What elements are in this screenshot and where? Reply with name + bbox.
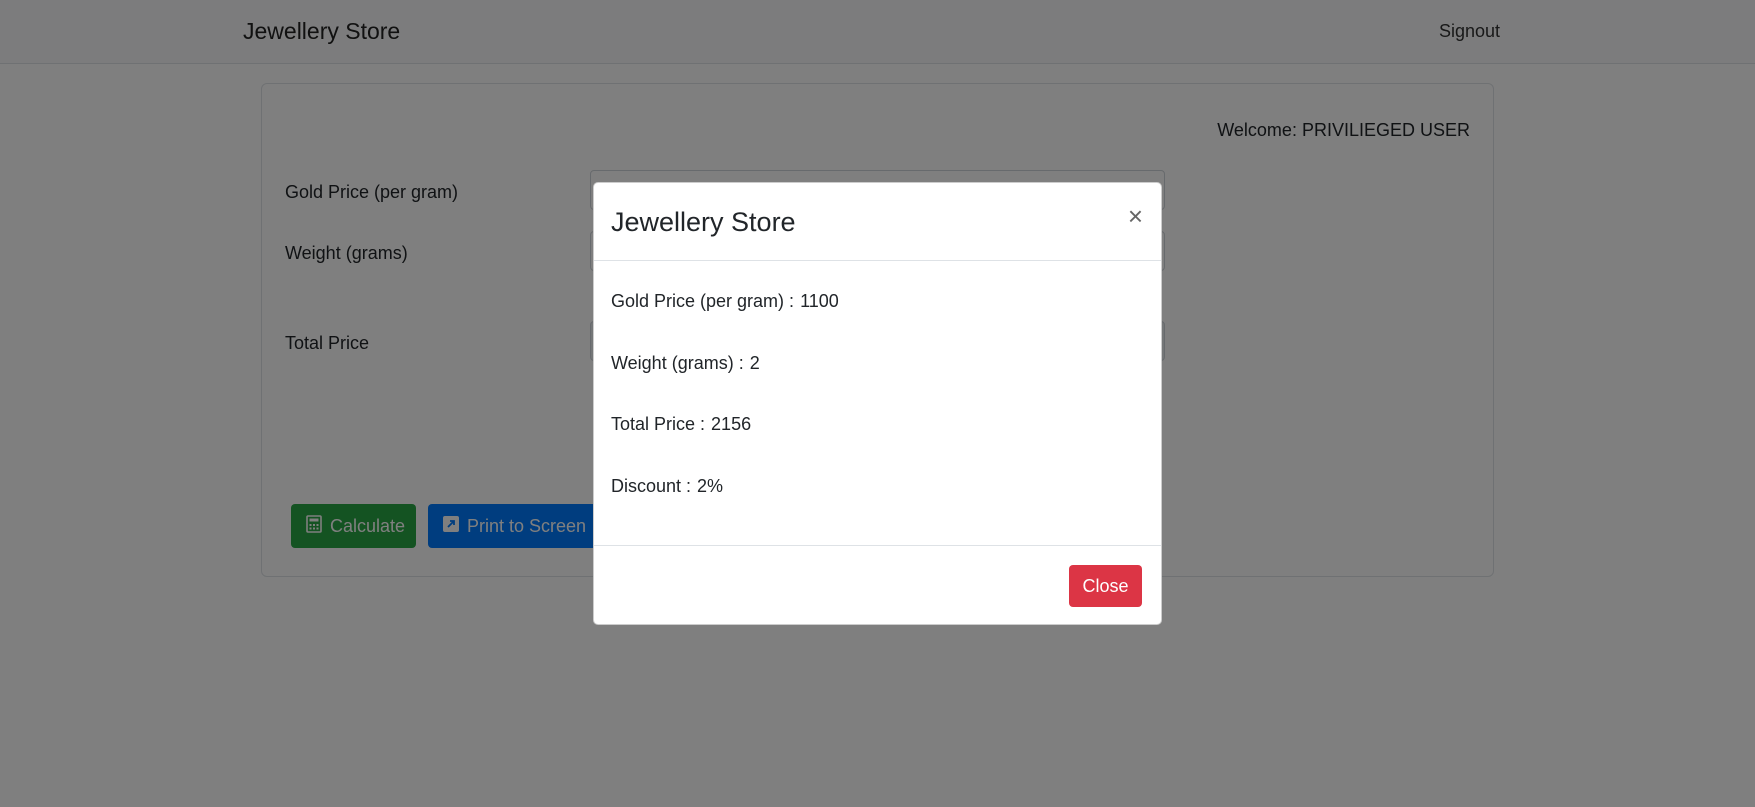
discount-row: Discount :2% [611,476,723,497]
row-label: Total Price : [611,414,706,434]
row-label: Weight (grams) : [611,353,744,373]
row-value: 2% [697,476,724,496]
close-button[interactable]: Close [1069,565,1142,607]
modal-title: Jewellery Store [611,207,796,237]
row-label: Discount : [611,476,692,496]
row-value: 2156 [711,414,752,434]
modal-footer: Close [594,545,1161,625]
result-modal: Jewellery Store × Gold Price (per gram) … [593,182,1162,625]
gold-price-row: Gold Price (per gram) :1100 [611,291,839,312]
total-price-row: Total Price :2156 [611,414,751,435]
row-label: Gold Price (per gram) : [611,291,795,311]
row-value: 2 [749,353,760,373]
row-value: 1100 [800,291,839,311]
close-icon[interactable]: × [1128,203,1143,229]
modal-header: Jewellery Store × [594,183,1161,261]
weight-row: Weight (grams) :2 [611,353,760,374]
